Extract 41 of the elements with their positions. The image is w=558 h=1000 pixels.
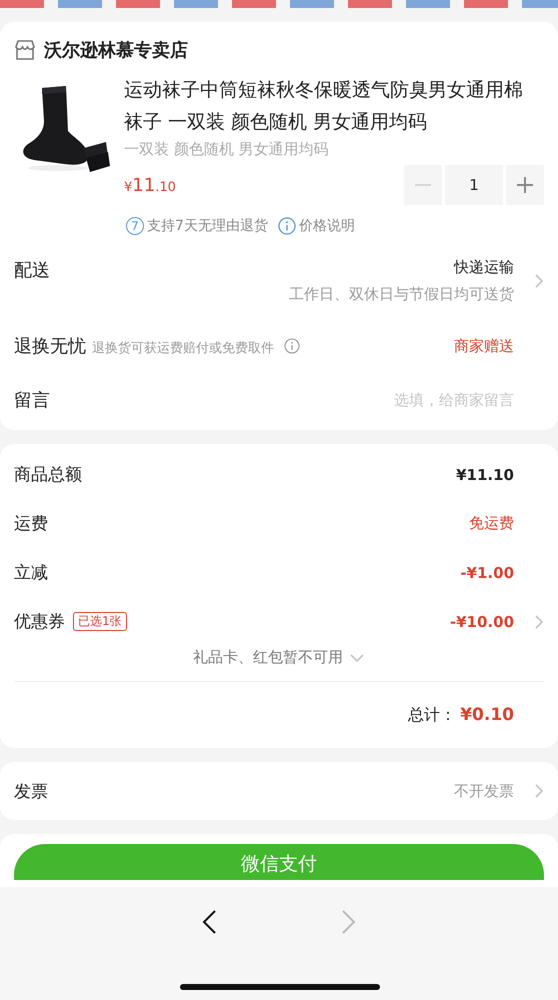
product-price: ¥11.10 bbox=[124, 174, 176, 196]
chevron-icon bbox=[534, 614, 544, 630]
invoice-card[interactable]: 发票 不开发票 bbox=[0, 762, 558, 820]
invoice-label: 发票 bbox=[14, 780, 49, 802]
total-label: 总计： bbox=[408, 704, 456, 726]
summary-label: 运费 bbox=[14, 513, 48, 535]
chevron-icon bbox=[534, 783, 544, 799]
shop-icon bbox=[14, 39, 36, 61]
plus-icon bbox=[516, 176, 534, 194]
pay-button[interactable]: 微信支付 bbox=[14, 844, 544, 880]
total-amount: ¥0.10 bbox=[460, 705, 514, 725]
summary-value: -¥1.00 bbox=[459, 564, 514, 582]
coupon-tag: 已选1张 bbox=[73, 612, 127, 631]
info-icon bbox=[278, 217, 296, 235]
summary-value: 免运费 bbox=[468, 514, 514, 533]
option-label: 配送 bbox=[14, 259, 50, 282]
message-field[interactable]: 选填，给商家留言 bbox=[314, 391, 514, 409]
badge-text[interactable]: 价格说明 bbox=[298, 217, 355, 235]
number-circle-icon: 7 bbox=[126, 217, 144, 235]
quantity-field[interactable]: 1 bbox=[445, 165, 503, 205]
summary-label: 商品总额 bbox=[14, 464, 82, 486]
summary-label: 立减 bbox=[14, 562, 48, 584]
summary-label: 优惠券 bbox=[14, 611, 65, 633]
chevron-down-icon bbox=[349, 652, 365, 662]
summary-value: -¥10.00 bbox=[448, 612, 514, 630]
summary-value: ¥11.10 bbox=[455, 466, 514, 484]
option-hint: 退换货可获运费赔付或免费取件 bbox=[92, 340, 274, 356]
option-value: 商家赠送 bbox=[454, 336, 514, 356]
badge-text[interactable]: 支持7天无理由退货 bbox=[147, 217, 268, 235]
option-value: 快递运输 bbox=[454, 258, 514, 277]
product-spec: 一双装 颜色随机 男女通用均码 bbox=[124, 140, 330, 159]
info-icon[interactable] bbox=[284, 338, 300, 354]
chevron-icon bbox=[534, 273, 544, 289]
option-label: 退换无忧 bbox=[14, 335, 86, 358]
option-note: 工作日、双休日与节假日均可送货 bbox=[289, 285, 514, 304]
product-title: 运动袜子中筒短袜秋冬保暖透气防臭男女通用棉袜子 一双装 颜色随机 男女通用均码 bbox=[124, 78, 524, 135]
notice-text[interactable]: 礼品卡、红包暂不可用 bbox=[193, 648, 343, 667]
invoice-value: 不开发票 bbox=[454, 782, 514, 800]
store-name[interactable]: 沃尔逊林慕专卖店 bbox=[44, 38, 188, 62]
option-label: 留言 bbox=[14, 389, 50, 412]
increase-button[interactable] bbox=[506, 165, 544, 205]
